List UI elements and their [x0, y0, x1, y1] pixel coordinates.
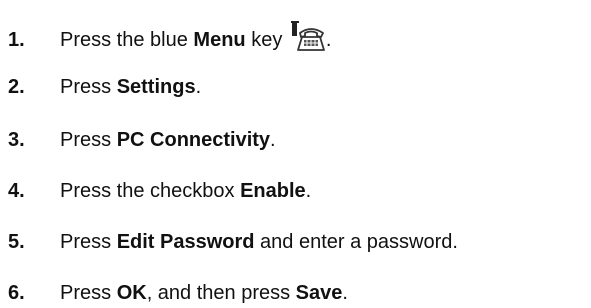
step-key-label: Settings [116, 76, 196, 98]
step-number: 5. [8, 231, 25, 253]
step-text-part: Press the checkbox [60, 180, 241, 202]
step-text-part: and enter a password. [254, 231, 458, 253]
step-text-part: . [342, 282, 348, 304]
step-number: 2. [8, 76, 25, 98]
step-text-part: Press [60, 282, 117, 304]
step-3: 3. Press PC Connectivity. [8, 126, 276, 154]
step-text-part: Press [60, 231, 117, 253]
step-number: 6. [8, 282, 25, 304]
step-text-part: . [305, 180, 312, 202]
step-text: Press the blue Menu key . [60, 20, 331, 54]
step-key-label: Edit Password [116, 231, 255, 253]
step-key-label: Enable [240, 180, 306, 202]
step-text-part: Press [60, 76, 117, 98]
step-number: 3. [8, 129, 25, 151]
step-text: Press PC Connectivity. [60, 126, 276, 154]
step-text-part: . [325, 29, 332, 51]
step-text: Press the checkbox Enable. [60, 177, 311, 205]
step-text: Press Settings. [60, 73, 201, 101]
step-text-part: . [195, 76, 202, 98]
step-2: 2. Press Settings. [8, 73, 201, 101]
step-text-part: . [270, 129, 276, 151]
step-text: Press Edit Password and enter a password… [60, 228, 458, 256]
step-key-label: PC Connectivity [116, 129, 271, 151]
menu-key-phone-icon [290, 20, 326, 52]
step-text: Press OK, and then press Save. [60, 279, 348, 307]
step-text-part: , and then press [146, 282, 296, 304]
step-5: 5. Press Edit Password and enter a passwo… [8, 228, 458, 256]
step-1: 1. Press the blue Menu key . [8, 20, 331, 51]
step-6: 6. Press OK, and then press Save. [8, 279, 348, 307]
step-text-part: Press [60, 129, 117, 151]
step-text-part: key [245, 29, 283, 51]
step-number: 1. [8, 29, 25, 51]
step-4: 4. Press the checkbox Enable. [8, 177, 311, 205]
step-key-label: Save [295, 282, 343, 304]
step-text-part: Press the blue [60, 29, 194, 51]
step-number: 4. [8, 180, 25, 202]
instruction-steps: 1. Press the blue Menu key . 2. Press Sett… [0, 0, 591, 308]
step-key-label: Menu [193, 29, 246, 51]
step-key-label: OK [116, 282, 147, 304]
